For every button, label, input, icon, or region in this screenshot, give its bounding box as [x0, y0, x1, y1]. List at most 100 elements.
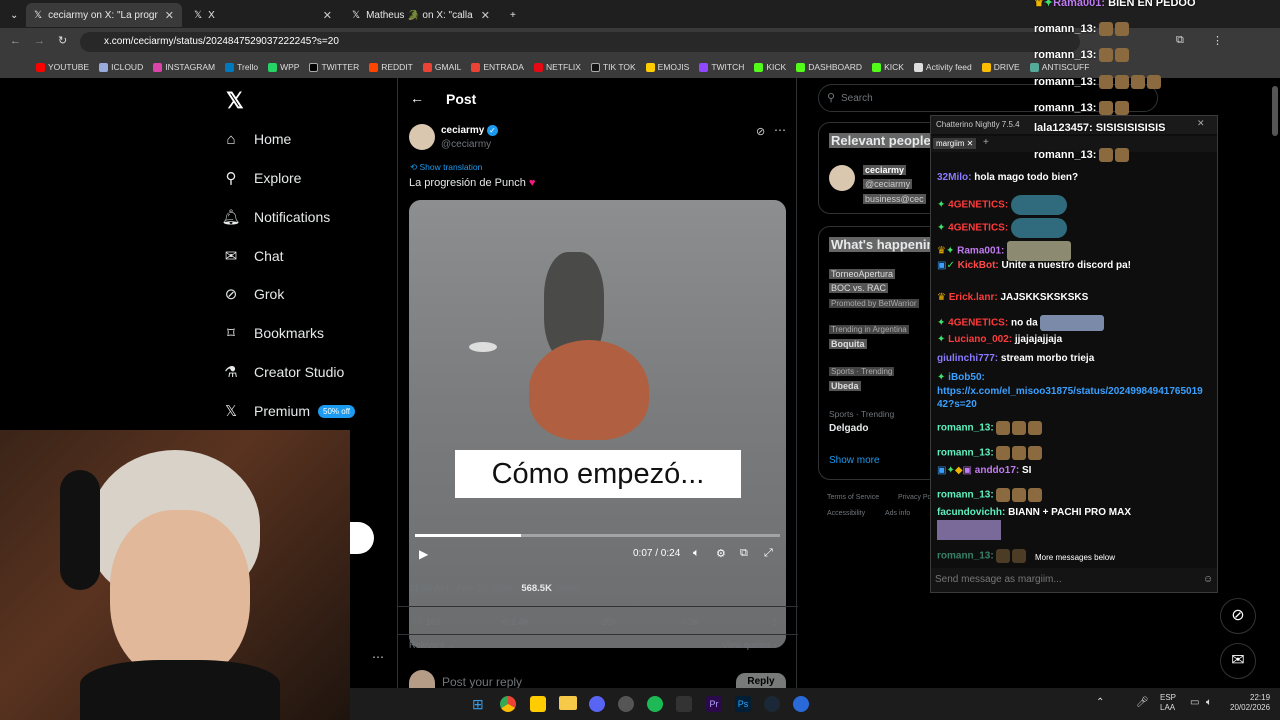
repost-button[interactable]: ⟲ 2.4K — [501, 617, 530, 628]
new-tab-button[interactable]: + — [502, 3, 522, 27]
close-icon[interactable]: ✕ — [165, 9, 174, 22]
sort-relevant-button[interactable]: Relevant ⌄ — [409, 640, 455, 651]
grok-icon[interactable]: ⊘ — [1220, 598, 1256, 634]
bookmark-item[interactable]: EMOJIS — [645, 62, 689, 72]
pip-icon[interactable]: ⧉ — [740, 547, 748, 560]
bookmark-item[interactable]: REDDIT — [369, 62, 413, 72]
bookmark-item[interactable]: KICK — [872, 62, 904, 72]
bookmark-item[interactable]: ENTRADA — [471, 62, 524, 72]
steam-icon[interactable] — [764, 696, 780, 712]
trend-title[interactable]: Delgado — [829, 423, 868, 434]
spotify-icon[interactable] — [647, 696, 663, 712]
tab-active[interactable]: 𝕏 ceciarmy on X: "La progresión d ✕ — [26, 3, 182, 27]
tab-matheus[interactable]: 𝕏 Matheus 🐊 on X: "calla y jueg ✕ — [344, 3, 498, 27]
nav-creator-studio[interactable]: ⚗ Creator Studio — [222, 363, 344, 381]
nav-bookmarks[interactable]: ⌑ Bookmarks — [222, 324, 324, 342]
chatterino-icon[interactable] — [793, 696, 809, 712]
show-translation-link[interactable]: ⟲ Show translation — [410, 162, 482, 173]
premiere-icon[interactable]: Pr — [706, 696, 722, 712]
close-icon[interactable]: ✕ — [323, 9, 332, 22]
notes-icon[interactable] — [530, 696, 546, 712]
bookmark-item[interactable]: ANTISCUFF — [1029, 62, 1089, 72]
emoji-icon[interactable]: ☺ — [1203, 574, 1213, 585]
bookmark-button[interactable]: ⌑ 2K — [681, 617, 699, 628]
chat-tab[interactable]: margiim ✕ — [933, 138, 977, 149]
play-icon[interactable]: ▶ — [419, 547, 428, 561]
author-handle[interactable]: @ceciarmy — [441, 139, 491, 150]
nav-premium[interactable]: 𝕏 Premium 50% off — [222, 402, 355, 420]
chrome-icon[interactable] — [500, 696, 516, 712]
extensions-icon[interactable]: ⧉ — [1176, 34, 1184, 47]
bookmark-item[interactable]: TWITCH — [699, 62, 744, 72]
chat-input[interactable]: Send message as margiim... ☺ — [931, 568, 1217, 592]
trend-title[interactable]: Boquita — [829, 339, 867, 349]
bookmark-item[interactable]: NETFLIX — [533, 62, 581, 72]
nav-notifications[interactable]: 🔔︎ Notifications — [221, 208, 330, 226]
like-button[interactable]: ♡ 25K — [591, 617, 618, 628]
mail-icon[interactable]: ✉ — [1220, 643, 1256, 679]
video-player[interactable]: Cómo empezó... ▶ 0:07 / 0:24 🔈︎ ⚙ ⧉ ⤢ — [409, 200, 786, 648]
footer-link[interactable]: Terms of Service — [827, 494, 879, 501]
close-icon[interactable]: ✕ — [481, 9, 490, 22]
mic-icon[interactable]: 🎤︎ — [1136, 697, 1149, 708]
x-logo-icon[interactable]: 𝕏 — [226, 88, 244, 114]
rp-name[interactable]: ceciarmy — [863, 165, 907, 175]
reload-icon[interactable]: ↻ — [58, 34, 67, 47]
bookmark-item[interactable]: TWITTER — [309, 62, 359, 72]
tab-x[interactable]: 𝕏 X ✕ — [186, 3, 340, 27]
more-icon[interactable]: ⋯ — [372, 650, 384, 664]
bookmark-item[interactable]: ICLOUD — [99, 62, 143, 72]
back-arrow-icon[interactable]: ← — [410, 90, 424, 106]
bookmark-item[interactable]: GMAIL — [422, 62, 461, 72]
x-app-icon[interactable] — [676, 696, 692, 712]
back-icon[interactable]: ← — [10, 35, 21, 47]
avatar[interactable] — [409, 124, 435, 150]
footer-link[interactable]: Privacy Po — [898, 494, 931, 501]
volume-icon[interactable]: 🔈︎ — [693, 547, 700, 560]
windows-start-icon[interactable]: ⊞ — [472, 696, 484, 713]
forward-icon[interactable]: → — [34, 35, 45, 47]
more-messages-below[interactable]: More messages below — [1035, 553, 1115, 562]
bookmark-item[interactable]: DRIVE — [981, 62, 1020, 72]
bookmark-item[interactable]: YOUTUBE — [36, 62, 89, 72]
bookmark-item[interactable]: TIK TOK — [590, 62, 636, 72]
obs-icon[interactable] — [618, 696, 634, 712]
bookmark-item[interactable]: Activity feed — [913, 62, 972, 72]
settings-icon[interactable]: ⚙ — [716, 547, 726, 560]
clock[interactable]: 22:19 20/02/2026 — [1230, 693, 1270, 713]
share-icon[interactable]: ⇪ — [770, 616, 779, 629]
grok-icon[interactable]: ⊘ — [756, 125, 765, 138]
bookmark-item[interactable]: WPP — [268, 62, 299, 72]
discord-icon[interactable] — [589, 696, 605, 712]
network-icon[interactable]: ▭ — [1190, 697, 1199, 708]
language-indicator[interactable]: ESP LAA — [1160, 693, 1176, 713]
footer-link[interactable]: Ads info — [885, 510, 910, 517]
nav-home[interactable]: ⌂ Home — [222, 130, 291, 148]
trend-title[interactable]: BOC vs. RAC — [829, 283, 889, 293]
bookmark-item[interactable]: INSTAGRAM — [153, 62, 215, 72]
add-tab-icon[interactable]: + — [983, 137, 989, 148]
bookmark-item[interactable]: DASHBOARD — [796, 62, 862, 72]
folder-icon[interactable] — [559, 696, 577, 710]
close-icon[interactable]: ✕ — [1197, 118, 1205, 129]
photoshop-icon[interactable]: Ps — [735, 696, 751, 712]
trend-title[interactable]: Ubeda — [829, 381, 861, 391]
url-field[interactable]: x.com/ceciarmy/status/202484752903722224… — [80, 32, 1080, 52]
reply-button[interactable]: 💬︎ 103 — [412, 617, 441, 628]
menu-icon[interactable]: ⋮ — [1212, 34, 1223, 47]
volume-icon[interactable]: 🔈︎ — [1206, 697, 1212, 708]
tray-chevron-icon[interactable]: ⌃ — [1096, 697, 1104, 708]
nav-grok[interactable]: ⊘ Grok — [222, 285, 285, 303]
more-icon[interactable]: ⋯ — [774, 123, 786, 137]
nav-explore[interactable]: ⚲ Explore — [222, 169, 302, 187]
tab-menu-button[interactable]: ⌄ — [2, 3, 24, 27]
view-quotes-link[interactable]: View quotes › — [722, 640, 776, 650]
fullscreen-icon[interactable]: ⤢ — [764, 547, 773, 560]
reply-input[interactable]: Post your reply — [442, 675, 522, 689]
author-name[interactable]: ceciarmy — [441, 125, 484, 136]
avatar[interactable] — [829, 165, 855, 191]
video-progress-track[interactable] — [415, 534, 780, 537]
rp-handle[interactable]: @ceciarmy — [863, 179, 913, 189]
footer-link[interactable]: Accessibility — [827, 510, 865, 517]
page-scrollbar[interactable] — [1272, 86, 1278, 136]
